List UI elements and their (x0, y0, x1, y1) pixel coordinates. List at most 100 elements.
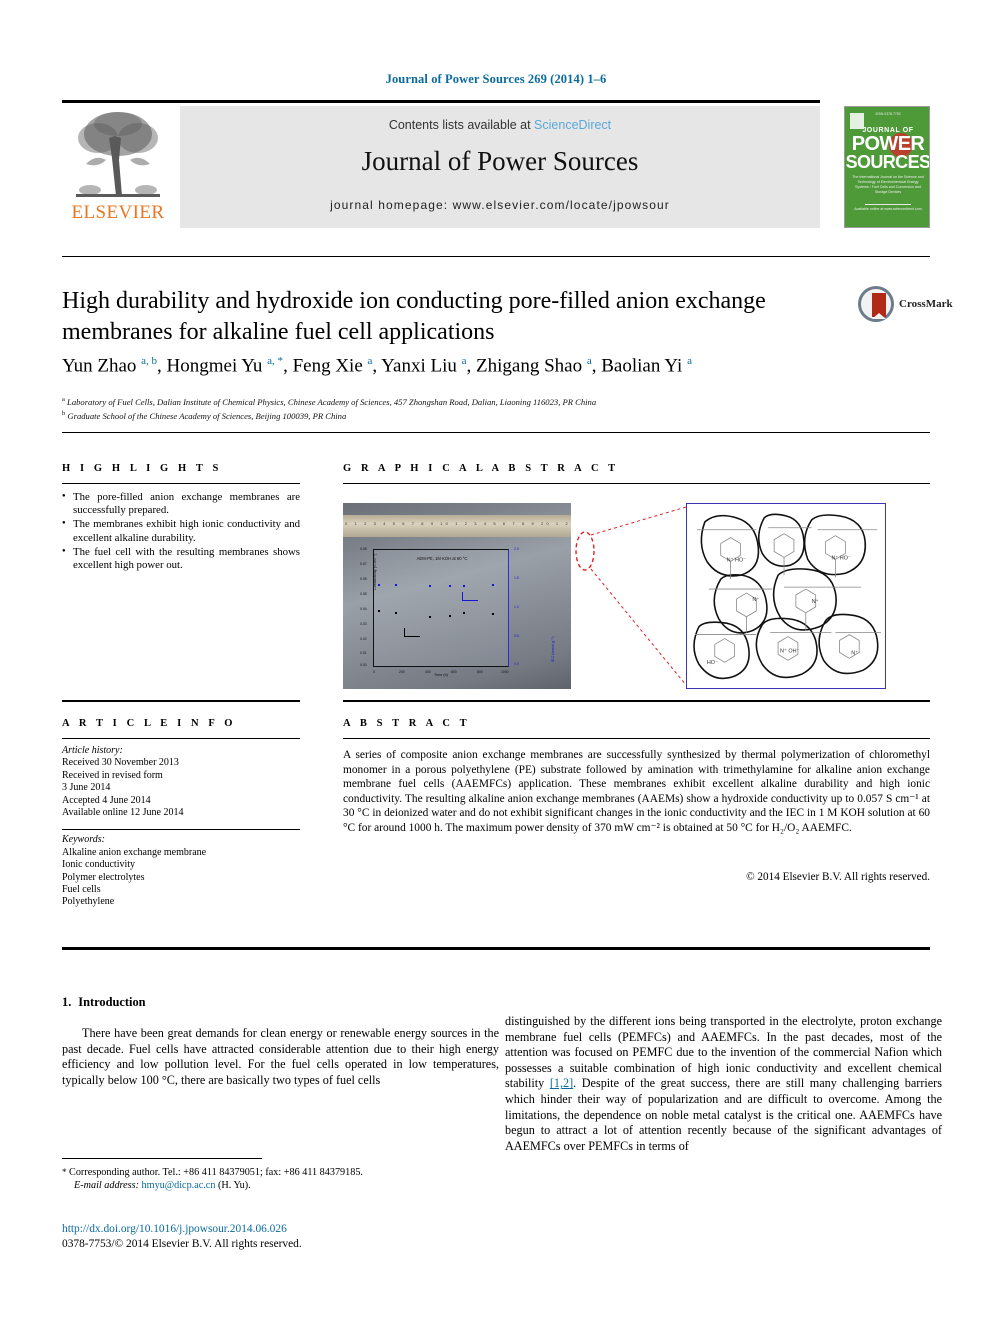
body-column-right: distinguished by the different ions bein… (505, 1014, 942, 1154)
citation-link-1-2[interactable]: [1,2] (550, 1076, 573, 1090)
inset-durability-plot: AEM-PE, 1M KOH at 60 °C Conductivity (S … (360, 547, 555, 674)
cover-footer-text: Available online at www.sciencedirect.co… (854, 207, 922, 211)
doi-link[interactable]: http://dx.doi.org/10.1016/j.jpowsour.201… (62, 1223, 287, 1235)
data-point-iec (429, 585, 431, 587)
journal-cover-thumbnail: ISSN 0378-7753 JOURNAL OF POWER SOURCES … (844, 106, 930, 228)
ruler-tick-labels: 0 1 2 3 4 5 6 7 8 9 10 1 2 3 4 5 6 7 8 9… (345, 521, 571, 526)
elsevier-wordmark: ELSEVIER (71, 202, 165, 223)
ytick-left: 0.02 (360, 637, 367, 641)
data-point-iec (463, 585, 465, 587)
highlights-list: The pore-filled anion exchange membranes… (62, 490, 300, 573)
highlights-heading-rule (62, 483, 300, 484)
ytick-right: 1.0 (514, 605, 519, 609)
journal-homepage-line[interactable]: journal homepage: www.elsevier.com/locat… (180, 198, 820, 212)
callout-connector (575, 506, 687, 686)
title-separator-rule (62, 256, 930, 257)
crossmark-label: CrossMark (899, 298, 953, 310)
affiliations: a Laboratory of Fuel Cells, Dalian Insti… (62, 394, 882, 423)
email-suffix: (H. Yu). (217, 1180, 251, 1192)
masthead-top-rule (62, 100, 820, 103)
running-head: Journal of Power Sources 269 (2014) 1–6 (385, 72, 607, 86)
cover-issn: ISSN 0378-7753 (875, 112, 901, 116)
corresponding-author-line: * Corresponding author. Tel.: +86 411 84… (62, 1166, 499, 1179)
crossmark-book-shape (872, 293, 886, 319)
journal-article-page: Journal of Power Sources 269 (2014) 1–6 (0, 0, 992, 1323)
highlights-heading: H I G H L I G H T S (62, 463, 222, 474)
corresponding-author-footnote: * Corresponding author. Tel.: +86 411 84… (62, 1166, 499, 1193)
email-link[interactable]: hmyu@dicp.ac.cn (142, 1180, 216, 1191)
section-number: 1. (62, 995, 72, 1009)
journal-masthead: ELSEVIER Contents lists available at Sci… (62, 100, 930, 228)
ytick-right: 0.5 (514, 634, 519, 638)
abstract-heading-rule (343, 738, 930, 739)
article-history-item: Accepted 4 June 2014 (62, 794, 151, 806)
elsevier-logo: ELSEVIER (62, 106, 174, 228)
keyword-item: Polyethylene (62, 896, 115, 908)
inset-plot-ylabel-right: IEC (mmol g⁻¹) (551, 636, 555, 662)
footnote-separator-rule (62, 1158, 262, 1159)
ytick-left: 0.07 (360, 562, 367, 566)
body-column-left: 1. Introduction There have been great dem… (62, 995, 499, 1088)
article-history-item: 3 June 2014 (62, 782, 111, 794)
data-point-iec (378, 584, 380, 586)
ytick-left: 0.06 (360, 577, 367, 581)
data-point-iec (395, 584, 397, 586)
ytick-right: 2.0 (514, 547, 519, 551)
svg-text:N⁺: N⁺ (812, 599, 819, 605)
journal-title: Journal of Power Sources (361, 146, 639, 176)
data-point-conductivity (463, 612, 465, 614)
ytick-right: 1.5 (514, 576, 519, 580)
ytick-left: 0.05 (360, 592, 367, 596)
svg-text:HO⁻: HO⁻ (707, 660, 718, 666)
keyword-item: Alkaline anion exchange membrane (62, 846, 207, 858)
intro-paragraph-left-text: There have been great demands for clean … (62, 1026, 499, 1087)
cover-divider (865, 204, 911, 205)
highlights-bottom-rule (62, 700, 300, 702)
data-point-conductivity (429, 616, 431, 618)
cover-blurb: The International Journal on the Science… (852, 175, 924, 194)
crossmark-badge[interactable]: CrossMark (858, 286, 953, 328)
contents-lists-line: Contents lists available at ScienceDirec… (180, 118, 820, 132)
keywords-label: Keywords: (62, 834, 105, 846)
data-point-conductivity (395, 612, 397, 614)
article-history-label: Article history: (62, 745, 123, 756)
affiliation-separator-rule (62, 432, 930, 433)
inset-plot-annotation: AEM-PE, 1M KOH at 60 °C (416, 556, 468, 561)
membrane-photograph: 0 1 2 3 4 5 6 7 8 9 10 1 2 3 4 5 6 7 8 9… (343, 503, 571, 689)
article-info-heading: A R T I C L E I N F O (62, 718, 237, 729)
article-title: High durability and hydroxide ion conduc… (62, 288, 766, 345)
abstract-text: A series of composite anion exchange mem… (343, 749, 930, 834)
data-point-conductivity (492, 613, 494, 615)
highlight-item: The membranes exhibit high ionic conduct… (62, 517, 300, 544)
article-info-heading-rule (62, 738, 300, 739)
keywords-separator-rule (62, 829, 300, 831)
polymer-network-drawing: N⁺ HO⁻ N⁺ HO⁻ N⁺ OH⁻ HO⁻ N⁺ N⁺ N⁺ (693, 513, 881, 680)
crossmark-icon (858, 286, 894, 322)
inset-plot-xlabel: Time (h) (434, 673, 448, 677)
section-name: Introduction (78, 995, 146, 1009)
affiliation-a-text: Laboratory of Fuel Cells, Dalian Institu… (67, 396, 597, 407)
graphical-abstract-figure: 0 1 2 3 4 5 6 7 8 9 10 1 2 3 4 5 6 7 8 9… (343, 503, 930, 689)
sciencedirect-link[interactable]: ScienceDirect (534, 118, 611, 132)
footnote-marker: * (62, 1167, 67, 1177)
ytick-left: 0.01 (360, 651, 367, 655)
highlight-item: The pore-filled anion exchange membranes… (62, 490, 300, 517)
ytick-left: 0.08 (360, 547, 367, 551)
affiliation-marker-a: a (62, 396, 65, 403)
ytick-right: 0.0 (514, 662, 519, 666)
svg-text:N⁺ HO⁻: N⁺ HO⁻ (832, 555, 851, 561)
graphical-abstract-bottom-rule (343, 700, 930, 702)
legend-mark-iec-2 (462, 592, 463, 601)
article-history-item: Available online 12 June 2014 (62, 807, 184, 819)
cover-sources: SOURCES (845, 152, 930, 172)
body-separator-rule (62, 947, 930, 950)
svg-text:N⁺ HO⁻: N⁺ HO⁻ (727, 557, 746, 563)
elsevier-tree-icon (76, 112, 160, 197)
affiliation-a: a Laboratory of Fuel Cells, Dalian Insti… (62, 394, 882, 408)
keyword-item: Fuel cells (62, 884, 101, 896)
keyword-item: Polymer electrolytes (62, 871, 145, 883)
cover-power: POWER (851, 133, 925, 155)
article-info-block: Article history: Received 30 November 20… (62, 745, 300, 909)
affiliation-b: b Graduate School of the Chinese Academy… (62, 408, 882, 422)
author-list: Yun Zhao a, b, Hongmei Yu a, *, Feng Xie… (62, 355, 692, 377)
